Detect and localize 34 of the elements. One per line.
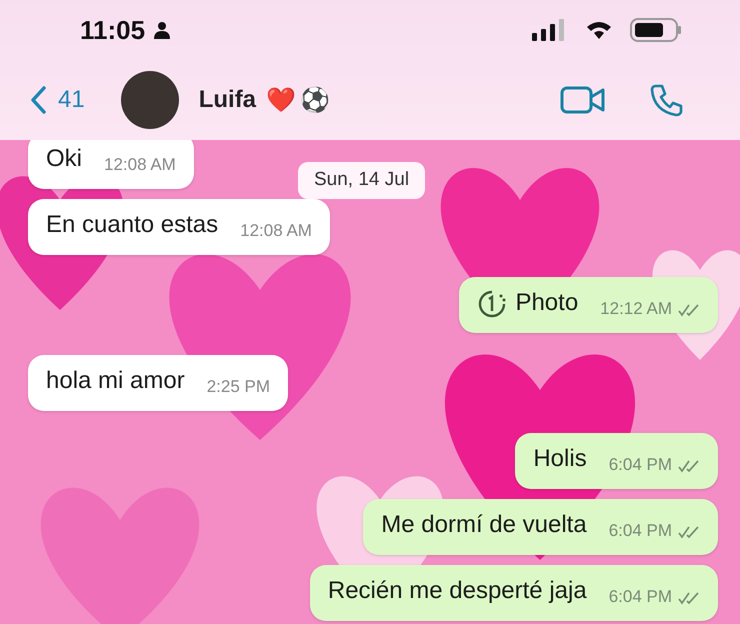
person-icon xyxy=(153,21,172,39)
signal-icon xyxy=(532,19,566,41)
message-bubble[interactable]: En cuanto estas 12:08 AM xyxy=(28,199,330,255)
message-time: 6:04 PM xyxy=(608,520,672,542)
message-text: Me dormí de vuelta xyxy=(381,510,587,540)
video-call-icon[interactable] xyxy=(560,85,606,115)
message-bubble[interactable]: Photo 12:12 AM xyxy=(459,277,718,333)
message-time: 12:12 AM xyxy=(600,298,672,320)
message-time: 2:25 PM xyxy=(206,376,270,398)
message-bubble[interactable]: Me dormí de vuelta 6:04 PM xyxy=(363,499,718,555)
contact-name[interactable]: Luifa xyxy=(198,82,256,118)
message-bubble[interactable]: Oki 12:08 AM xyxy=(28,140,194,189)
message-time: 12:08 AM xyxy=(240,220,312,242)
message-bubble[interactable]: Recién me desperté jaja 6:04 PM xyxy=(310,565,718,621)
chevron-left-icon xyxy=(30,86,46,114)
message-bubble[interactable]: hola mi amor 2:25 PM xyxy=(28,355,288,411)
message-time: 12:08 AM xyxy=(104,154,176,176)
message-text: Holis xyxy=(533,444,587,474)
emoji: ⚽ xyxy=(300,85,330,116)
view-once-icon xyxy=(477,289,508,319)
emoji: ❤ xyxy=(266,85,296,116)
message-time: 6:04 PM xyxy=(608,586,672,608)
message-text: En cuanto estas xyxy=(46,210,218,240)
status-time: 11:05 xyxy=(80,14,146,46)
message-text: Photo xyxy=(515,288,578,318)
message-text: Oki xyxy=(46,144,82,174)
message-text: hola mi amor xyxy=(46,366,185,396)
message-bubble[interactable]: Holis 6:04 PM xyxy=(515,433,718,489)
phone-icon[interactable] xyxy=(650,83,684,117)
wifi-icon xyxy=(586,20,612,40)
date-chip: Sun, 14 Jul xyxy=(298,162,426,198)
message-text: Recién me desperté jaja xyxy=(328,576,587,606)
battery-icon xyxy=(630,18,682,42)
message-time: 6:04 PM xyxy=(608,454,672,476)
